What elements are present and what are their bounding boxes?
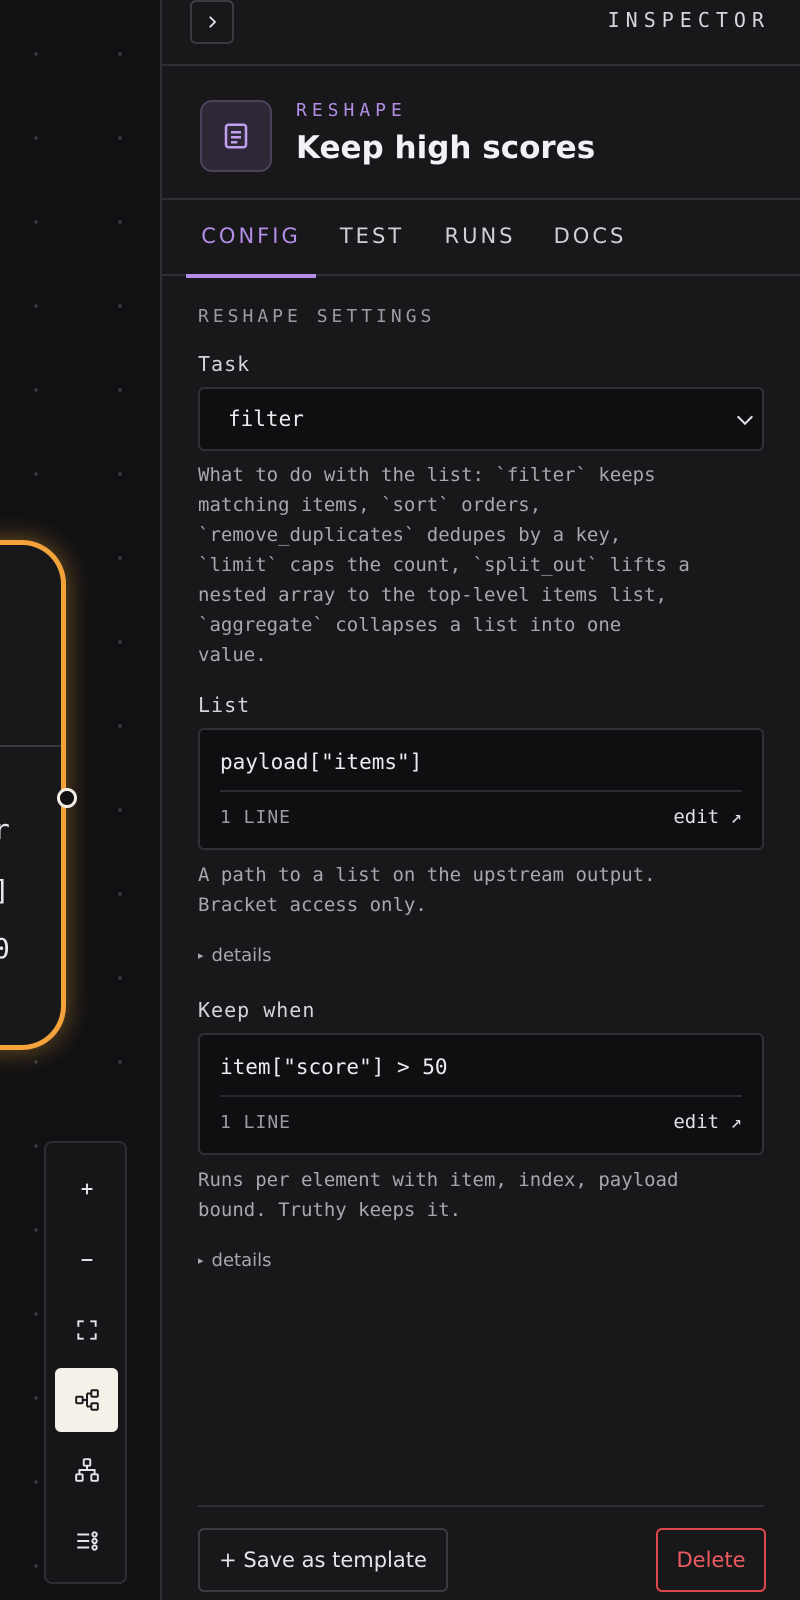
task-label: Task: [198, 352, 251, 376]
list-edit-link[interactable]: edit ↗: [673, 806, 742, 828]
node-divider: [0, 745, 61, 747]
graph-layout-button[interactable]: [55, 1368, 118, 1432]
list-label: List: [198, 693, 251, 717]
graph-layout-icon: [74, 1389, 99, 1411]
keep-when-code-editor[interactable]: item["score"] > 50 1 LINE edit ↗: [198, 1033, 764, 1155]
task-select-value: filter: [228, 407, 304, 431]
document-icon: [200, 100, 272, 172]
details-label: details: [211, 1250, 272, 1271]
node-text-fragment: r: [0, 817, 10, 843]
list-code[interactable]: payload["items"]: [220, 750, 422, 774]
footer-divider: [198, 1505, 764, 1507]
keep-when-label: Keep when: [198, 998, 316, 1022]
collapse-inspector-button[interactable]: [190, 0, 234, 44]
inspector-header: INSPECTOR: [162, 0, 800, 66]
section-title: RESHAPE SETTINGS: [198, 306, 436, 327]
zoom-out-button[interactable]: [55, 1228, 118, 1292]
node-kind: RESHAPE: [296, 100, 407, 121]
keep-when-code[interactable]: item["score"] > 50: [220, 1055, 448, 1079]
chevron-right-icon: [209, 16, 217, 28]
inspector-panel: INSPECTOR RESHAPE Keep high scores CONFI…: [160, 0, 800, 1600]
keep-when-line-count: 1 LINE: [220, 1112, 292, 1133]
save-as-template-button[interactable]: + Save as template: [198, 1528, 448, 1592]
tab-runs[interactable]: RUNS: [440, 200, 520, 276]
list-view-icon: [76, 1531, 98, 1551]
tree-layout-icon: [74, 1458, 99, 1482]
list-details-toggle[interactable]: ▸ details: [198, 945, 272, 966]
tab-config[interactable]: CONFIG: [186, 200, 316, 278]
details-label: details: [211, 945, 272, 966]
workflow-canvas[interactable]: r ] 0: [0, 0, 160, 1600]
node-text-fragment: ]: [0, 878, 13, 904]
chevron-down-icon: [736, 415, 754, 426]
code-divider: [220, 790, 742, 792]
zoom-out-icon: [81, 1259, 92, 1261]
workflow-node-selected[interactable]: r ] 0: [0, 540, 77, 1050]
fit-view-button[interactable]: [55, 1298, 118, 1362]
fit-view-icon: [76, 1320, 97, 1340]
node-name: Keep high scores: [296, 130, 596, 166]
inspector-title: INSPECTOR: [607, 8, 770, 32]
tab-test[interactable]: TEST: [334, 200, 410, 276]
zoom-in-button[interactable]: [55, 1157, 118, 1221]
tab-docs[interactable]: DOCS: [548, 200, 632, 276]
node-output-port[interactable]: [57, 788, 77, 808]
task-select[interactable]: filter: [198, 387, 764, 451]
inspector-tabs: CONFIG TEST RUNS DOCS: [162, 200, 800, 278]
keep-when-help-text: Runs per element with item, index, paylo…: [198, 1169, 679, 1221]
list-code-editor[interactable]: payload["items"] 1 LINE edit ↗: [198, 728, 764, 850]
caret-right-icon: ▸: [198, 949, 204, 962]
task-help-text: What to do with the list: `filter` keeps…: [198, 464, 690, 666]
list-line-count: 1 LINE: [220, 807, 292, 828]
keep-when-edit-link[interactable]: edit ↗: [673, 1111, 742, 1133]
caret-right-icon: ▸: [198, 1254, 204, 1267]
list-help-text: A path to a list on the upstream output.…: [198, 864, 656, 916]
node-header: RESHAPE Keep high scores: [162, 66, 800, 200]
code-divider: [220, 1095, 742, 1097]
delete-button[interactable]: Delete: [656, 1528, 766, 1592]
list-view-button[interactable]: [55, 1509, 118, 1573]
keep-when-details-toggle[interactable]: ▸ details: [198, 1250, 272, 1271]
node-text-fragment: 0: [0, 936, 10, 962]
zoom-in-icon: [81, 1183, 92, 1195]
tree-layout-button[interactable]: [55, 1438, 118, 1502]
canvas-toolbar: [44, 1141, 127, 1584]
